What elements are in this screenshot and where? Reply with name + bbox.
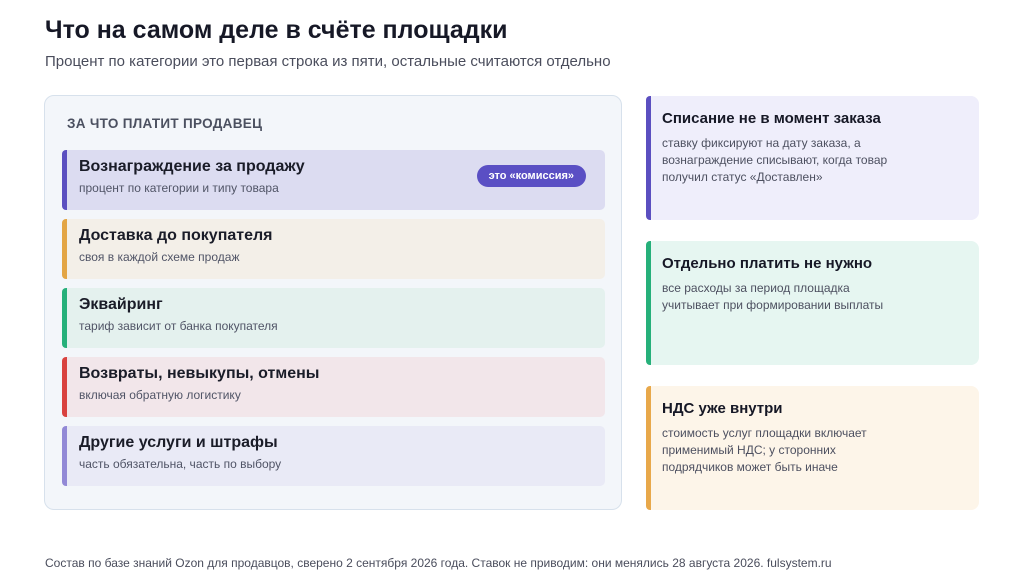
note-title: НДС уже внутри <box>662 400 783 417</box>
note-card-vat-included: НДС уже внутри стоимость услуг площадки … <box>646 386 979 510</box>
commission-badge: это «комиссия» <box>476 165 586 187</box>
accent-stripe <box>646 96 651 220</box>
note-text: все расходы за период площадка учитывает… <box>662 281 884 312</box>
accent-stripe <box>62 150 67 210</box>
accent-stripe <box>62 357 67 417</box>
accent-stripe <box>646 241 651 365</box>
page-subtitle: Процент по категории это первая строка и… <box>45 53 611 70</box>
cost-item-title: Другие услуги и штрафы <box>79 434 278 451</box>
cost-item-description: тариф зависит от банка покупателя <box>79 319 278 333</box>
cost-item-delivery: Доставка до покупателя своя в каждой схе… <box>62 219 605 279</box>
note-card-charge-timing: Списание не в момент заказа ставку фикси… <box>646 96 979 220</box>
cost-item-title: Доставка до покупателя <box>79 227 273 244</box>
cost-item-description: включая обратную логистику <box>79 388 241 402</box>
cost-item-title: Вознаграждение за продажу <box>79 158 305 175</box>
cost-item-description: процент по категории и типу товара <box>79 181 279 195</box>
note-card-no-separate-payment: Отдельно платить не нужно все расходы за… <box>646 241 979 365</box>
page-title: Что на самом деле в счёте площадки <box>45 16 508 44</box>
cost-item-sales-fee: Вознаграждение за продажу процент по кат… <box>62 150 605 210</box>
note-title: Списание не в момент заказа <box>662 110 881 127</box>
cost-item-description: своя в каждой схеме продаж <box>79 250 240 264</box>
cost-item-title: Эквайринг <box>79 296 163 313</box>
footer-note: Состав по базе знаний Ozon для продавцов… <box>45 556 832 570</box>
note-text: ставку фиксируют на дату заказа, а возна… <box>662 136 888 184</box>
accent-stripe <box>62 288 67 348</box>
cost-item-other-services: Другие услуги и штрафы часть обязательна… <box>62 426 605 486</box>
cost-item-description: часть обязательна, часть по выбору <box>79 457 282 471</box>
accent-stripe <box>62 219 67 279</box>
cost-item-title: Возвраты, невыкупы, отмены <box>79 365 320 382</box>
panel-heading: ЗА ЧТО ПЛАТИТ ПРОДАВЕЦ <box>67 116 263 131</box>
seller-costs-panel: ЗА ЧТО ПЛАТИТ ПРОДАВЕЦ Вознаграждение за… <box>44 95 622 510</box>
note-text: стоимость услуг площадки включает примен… <box>662 426 867 474</box>
note-title: Отдельно платить не нужно <box>662 255 873 272</box>
accent-stripe <box>62 426 67 486</box>
accent-stripe <box>646 386 651 510</box>
cost-item-acquiring: Эквайринг тариф зависит от банка покупат… <box>62 288 605 348</box>
cost-item-returns: Возвраты, невыкупы, отмены включая обрат… <box>62 357 605 417</box>
